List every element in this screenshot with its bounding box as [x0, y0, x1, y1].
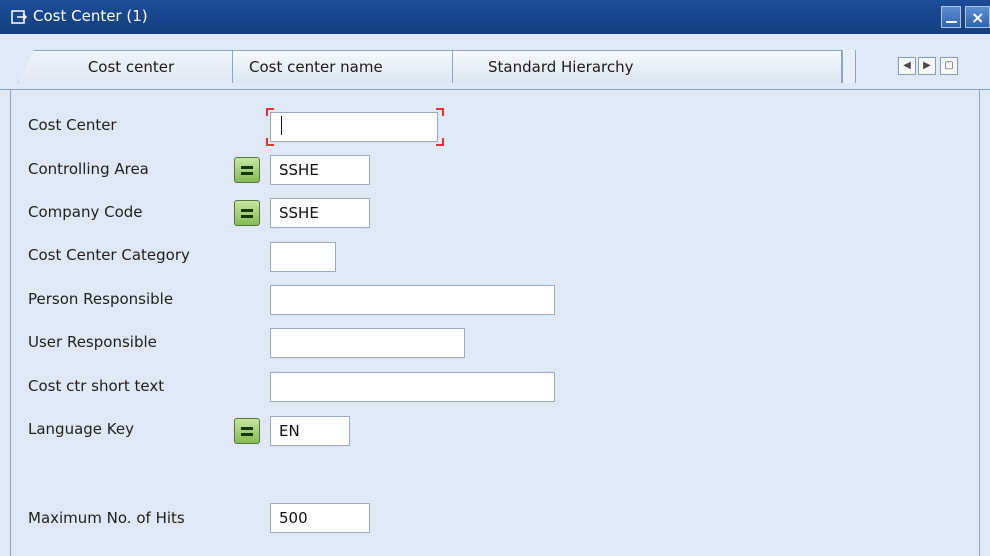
tab-cost-center-name[interactable]: Cost center name [232, 50, 454, 83]
person-responsible-input[interactable] [270, 285, 555, 315]
tab-scroll-right-icon[interactable]: ▶ [918, 57, 936, 75]
company-code-label: Company Code [28, 203, 143, 221]
maximum-hits-input[interactable]: 500 [270, 503, 370, 533]
tab-cost-center[interactable]: Cost center [18, 50, 234, 83]
tab-standard-hierarchy[interactable]: Standard Hierarchy [452, 50, 842, 83]
controlling-area-label: Controlling Area [28, 160, 149, 178]
cost-center-dialog: Cost Center (1) × Cost center Cost cente… [0, 0, 990, 556]
user-responsible-label: User Responsible [28, 333, 157, 351]
cost-ctr-short-text-input[interactable] [270, 372, 555, 402]
person-responsible-label: Person Responsible [28, 290, 174, 308]
close-icon: × [971, 8, 985, 27]
tab-strip-end [842, 50, 856, 83]
tab-scroll-left-icon[interactable]: ◀ [898, 57, 916, 75]
maximum-hits-label: Maximum No. of Hits [28, 509, 185, 527]
controlling-area-input[interactable]: SSHE [270, 155, 370, 185]
cost-ctr-short-text-label: Cost ctr short text [28, 377, 165, 395]
close-button[interactable]: × [965, 6, 990, 28]
text-cursor [281, 116, 282, 135]
title-bar: Cost Center (1) × [0, 0, 990, 34]
language-key-input[interactable]: EN [270, 416, 350, 446]
window-title: Cost Center (1) [33, 7, 148, 25]
cost-center-category-label: Cost Center Category [28, 246, 190, 264]
tab-list-icon[interactable]: ▢ [940, 57, 958, 75]
cost-center-label: Cost Center [28, 116, 117, 134]
tab-strip: Cost center Cost center name Standard Hi… [0, 34, 990, 90]
minimize-button[interactable] [941, 6, 961, 28]
selection-panel [10, 90, 980, 556]
equals-icon[interactable] [234, 418, 260, 444]
cost-center-input[interactable] [270, 112, 438, 142]
window-icon [10, 8, 28, 26]
user-responsible-input[interactable] [270, 328, 465, 358]
equals-icon[interactable] [234, 157, 260, 183]
equals-icon[interactable] [234, 200, 260, 226]
language-key-label: Language Key [28, 420, 134, 438]
company-code-input[interactable]: SSHE [270, 198, 370, 228]
cost-center-category-input[interactable] [270, 242, 336, 272]
